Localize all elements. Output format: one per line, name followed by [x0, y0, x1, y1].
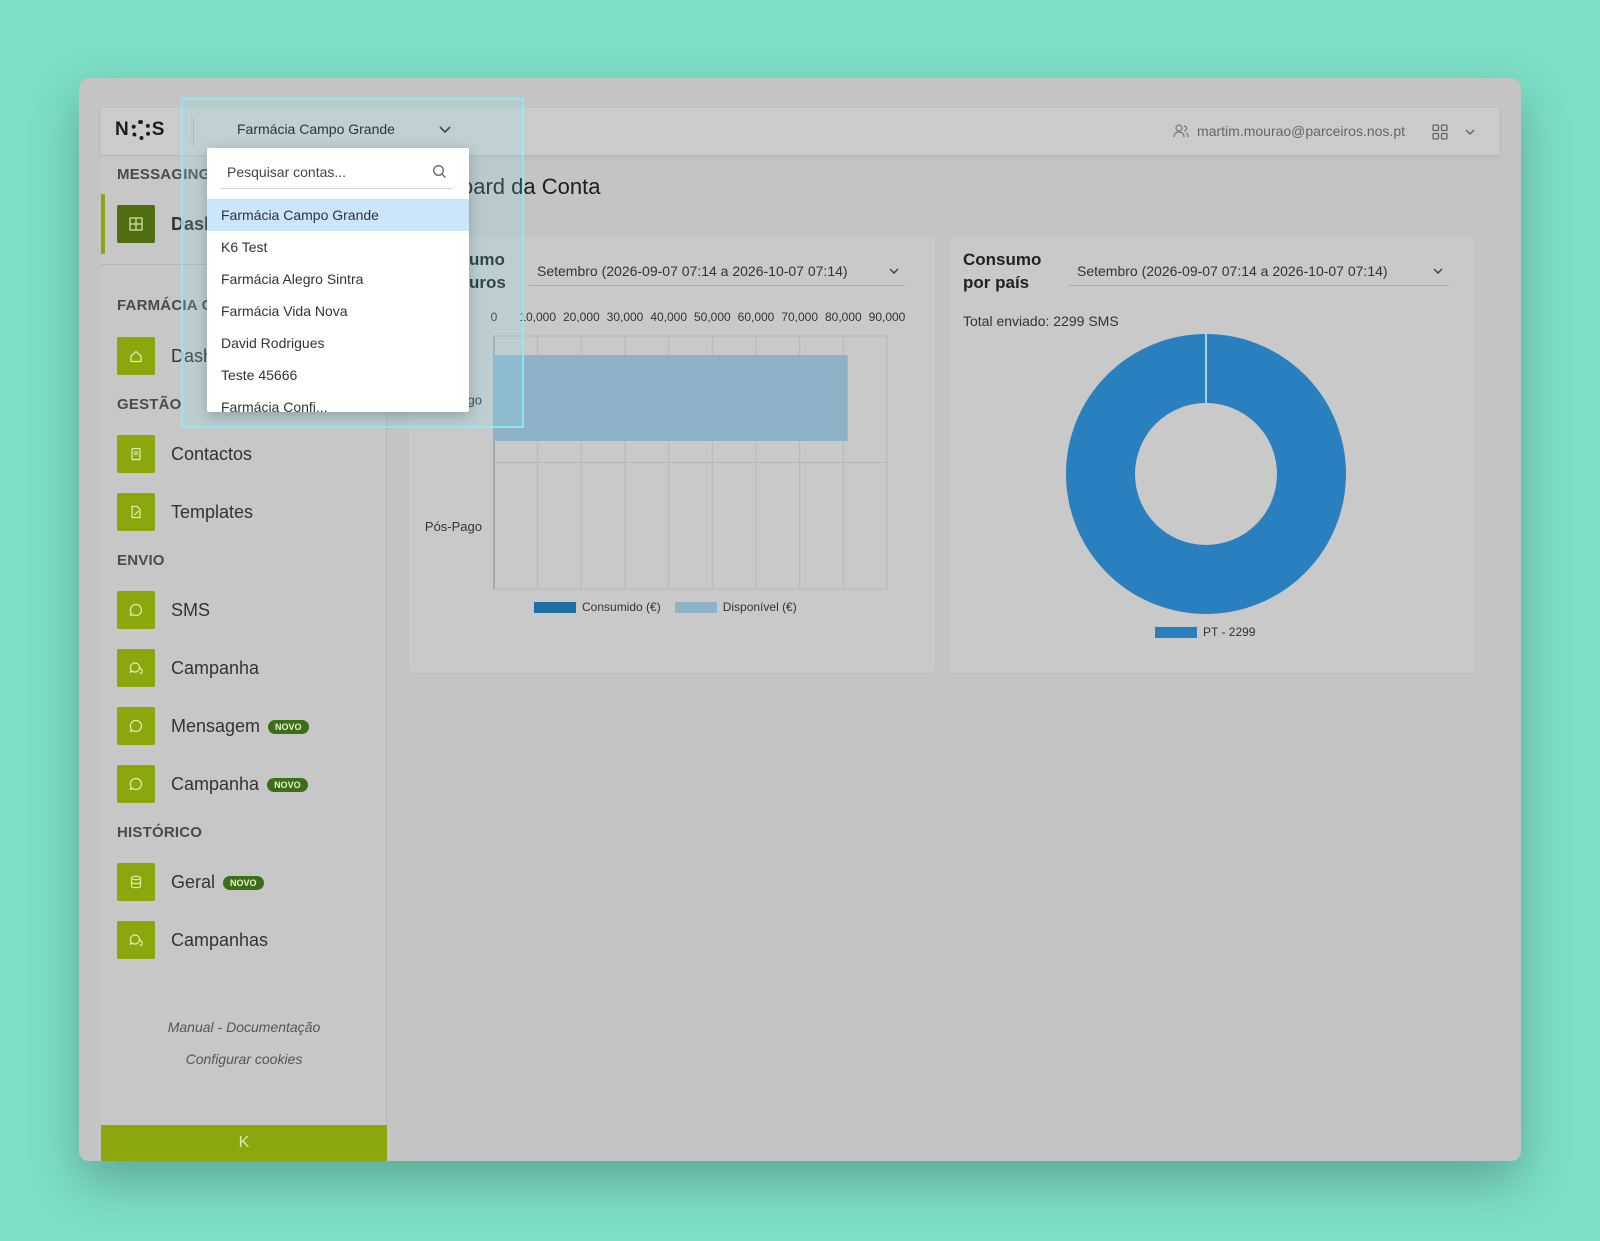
- manual-link[interactable]: Manual - Documentação: [101, 1019, 387, 1035]
- sidebar-item-geral[interactable]: Geral NOVO: [117, 862, 264, 902]
- active-indicator: [101, 194, 105, 254]
- campaign-chat-icon: [117, 649, 155, 687]
- x-tick-label: 10,000: [519, 310, 556, 324]
- donut-legend: PT - 2299: [1155, 625, 1255, 639]
- bar-chart-legend: Consumido (€) Disponível (€): [534, 600, 797, 614]
- sidebar-item-campanhas[interactable]: Campanhas: [117, 920, 268, 960]
- logo-letter-n: N: [115, 119, 130, 140]
- x-tick-label: 80,000: [825, 310, 862, 324]
- legend-item-consumido: Consumido (€): [534, 600, 661, 614]
- account-option[interactable]: Teste 45666: [207, 359, 469, 391]
- chat-icon: [117, 591, 155, 629]
- legend-label: PT - 2299: [1203, 625, 1256, 639]
- country-donut-chart: [1066, 334, 1346, 614]
- legend-label: Disponível (€): [722, 600, 797, 614]
- sidebar-item-label: Campanha: [171, 657, 260, 678]
- legend-swatch: [1155, 627, 1197, 639]
- novo-badge: NOVO: [223, 875, 264, 890]
- select-divider: [191, 112, 192, 142]
- sidebar-item-label: Geral NOVO: [171, 872, 264, 893]
- nos-logo[interactable]: N S: [115, 119, 165, 141]
- consumo-pais-card: Consumo por país Setembro (2026-09-07 07…: [949, 236, 1475, 673]
- sidebar-item-sms[interactable]: SMS: [117, 590, 210, 630]
- sidebar-item-campanha[interactable]: Campanha: [117, 648, 259, 688]
- chat-icon: [117, 707, 155, 745]
- collapse-sidebar-button[interactable]: K: [101, 1125, 387, 1161]
- y-category-label: Pós-Pago: [425, 519, 482, 534]
- section-gestao: GESTÃO: [117, 396, 182, 413]
- logo-letter-s: S: [151, 119, 166, 140]
- x-tick-label: 90,000: [869, 310, 906, 324]
- x-tick-label: 30,000: [607, 310, 644, 324]
- sidebar-item-label: Mensagem NOVO: [171, 716, 309, 737]
- sidebar-item-templates[interactable]: Templates: [117, 492, 253, 532]
- sidebar-item-label: Campanha NOVO: [171, 774, 308, 795]
- sidebar-item-label: SMS: [171, 599, 211, 620]
- legend-item-disponivel: Disponível (€): [674, 600, 797, 614]
- account-dropdown: Pesquisar contas... Farmácia Campo Grand…: [207, 148, 469, 412]
- x-tick-label: 70,000: [781, 310, 818, 324]
- item-text: Mensagem: [171, 715, 261, 736]
- legend-item-pt: PT - 2299: [1155, 625, 1255, 639]
- chevron-down-icon[interactable]: [1463, 125, 1477, 139]
- section-historico: HISTÓRICO: [117, 824, 203, 841]
- legend-swatch: [534, 602, 576, 614]
- novo-badge: NOVO: [267, 777, 308, 792]
- account-option[interactable]: David Rodrigues: [207, 327, 469, 359]
- x-tick-label: 60,000: [738, 310, 775, 324]
- apps-grid-icon[interactable]: [1431, 123, 1449, 141]
- sidebar-item-campanha-novo[interactable]: Campanha NOVO: [117, 764, 308, 804]
- account-option[interactable]: Farmácia Confi...: [207, 391, 469, 412]
- account-search-input[interactable]: Pesquisar contas...: [221, 155, 453, 189]
- campaign-chat-icon: [117, 921, 155, 959]
- template-icon: [117, 493, 155, 531]
- user-icon: [1173, 124, 1189, 138]
- section-envio: ENVIO: [117, 552, 165, 569]
- database-icon: [117, 863, 155, 901]
- account-option[interactable]: Farmácia Alegro Sintra: [207, 263, 469, 295]
- contacts-icon: [117, 435, 155, 473]
- logo-ring-icon: [130, 120, 151, 140]
- x-tick-label: 40,000: [650, 310, 687, 324]
- account-option[interactable]: Farmácia Campo Grande: [207, 199, 469, 231]
- user-email: martim.mourao@parceiros.nos.pt: [1197, 123, 1405, 139]
- grid-icon: [117, 205, 155, 243]
- account-option[interactable]: K6 Test: [207, 231, 469, 263]
- sidebar-item-label: Campanhas: [171, 929, 269, 950]
- search-placeholder: Pesquisar contas...: [227, 163, 347, 180]
- novo-badge: NOVO: [268, 719, 309, 734]
- cookies-link[interactable]: Configurar cookies: [101, 1051, 387, 1067]
- account-option[interactable]: Farmácia Vida Nova: [207, 295, 469, 327]
- sidebar-item-mensagem[interactable]: Mensagem NOVO: [117, 706, 309, 746]
- legend-label: Consumido (€): [582, 600, 661, 614]
- search-icon: [433, 165, 446, 178]
- home-icon: [117, 337, 155, 375]
- chevron-down-icon: [439, 126, 451, 134]
- legend-swatch: [674, 602, 717, 614]
- x-tick-label: 20,000: [563, 310, 600, 324]
- item-text: Geral: [171, 871, 216, 892]
- account-select-value: Farmácia Campo Grande: [237, 121, 395, 137]
- sidebar-item-contactos[interactable]: Contactos: [117, 434, 252, 474]
- bar-dispon-vel: [494, 354, 848, 441]
- chat-icon: [117, 765, 155, 803]
- sidebar-item-label: Templates: [171, 501, 254, 522]
- x-tick-label: 50,000: [694, 310, 731, 324]
- user-menu[interactable]: martim.mourao@parceiros.nos.pt: [1173, 123, 1405, 139]
- sidebar-item-label: Contactos: [171, 443, 253, 464]
- item-text: Campanha: [171, 773, 260, 794]
